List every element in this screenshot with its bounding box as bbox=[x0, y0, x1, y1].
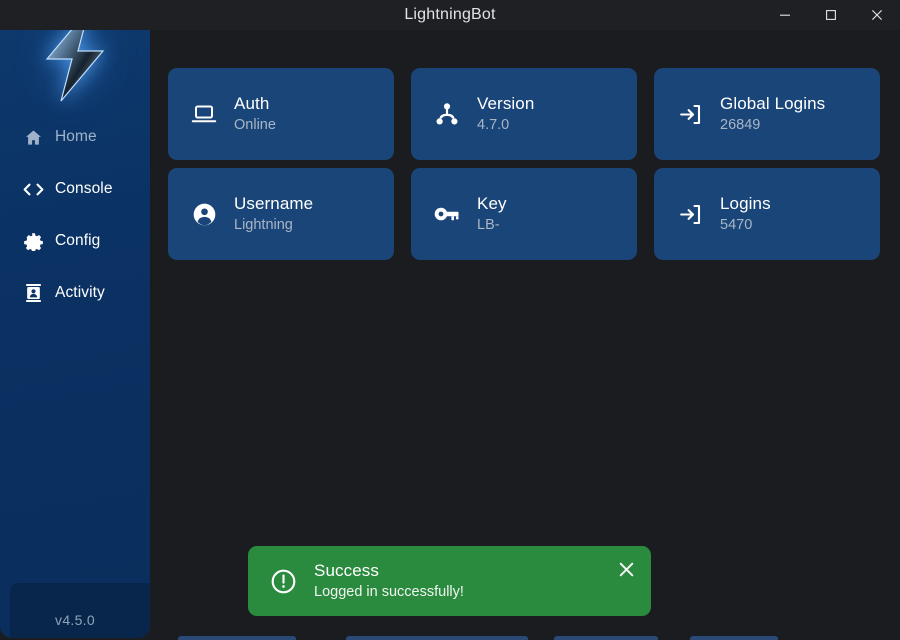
status-card-value: LB- bbox=[477, 217, 500, 233]
status-card-auth[interactable]: Auth Online bbox=[168, 68, 394, 160]
activity-icon bbox=[22, 282, 44, 304]
login-arrow-icon bbox=[676, 100, 704, 128]
sitemap-icon bbox=[433, 100, 461, 128]
toast-close-button[interactable] bbox=[615, 558, 637, 580]
status-card-value: Lightning bbox=[234, 217, 293, 233]
sidebar-item-label: Activity bbox=[55, 284, 105, 301]
sidebar-item-console[interactable]: Console bbox=[0, 172, 150, 206]
titlebar: LightningBot bbox=[0, 0, 900, 30]
status-card-key[interactable]: Key LB- bbox=[411, 168, 637, 260]
status-card-title: Username bbox=[234, 194, 314, 213]
close-button[interactable] bbox=[854, 0, 900, 30]
sidebar: Home Console Config Activity v4.5.0 bbox=[0, 0, 150, 638]
toast-message: Logged in successfully! bbox=[314, 584, 464, 600]
minimize-icon bbox=[779, 9, 791, 21]
sidebar-item-activity[interactable]: Activity bbox=[0, 276, 150, 310]
status-card-title: Key bbox=[477, 194, 507, 213]
home-icon bbox=[22, 126, 44, 148]
minimize-button[interactable] bbox=[762, 0, 808, 30]
maximize-icon bbox=[825, 9, 837, 21]
sidebar-item-label: Home bbox=[55, 128, 97, 145]
status-card-value: 5470 bbox=[720, 217, 753, 233]
bottom-edge-strip bbox=[150, 635, 900, 640]
gear-icon bbox=[22, 230, 44, 252]
toast-notification: Success Logged in successfully! bbox=[248, 546, 651, 616]
status-card-logins[interactable]: Logins 5470 bbox=[654, 168, 880, 260]
sidebar-item-home[interactable]: Home bbox=[0, 120, 150, 154]
status-card-title: Logins bbox=[720, 194, 771, 213]
sidebar-item-label: Config bbox=[55, 232, 101, 249]
code-icon bbox=[22, 178, 44, 200]
window-controls bbox=[762, 0, 900, 30]
maximize-button[interactable] bbox=[808, 0, 854, 30]
user-circle-icon bbox=[190, 200, 218, 228]
status-card-title: Auth bbox=[234, 94, 270, 113]
sidebar-item-label: Console bbox=[55, 180, 113, 197]
status-card-value: 26849 bbox=[720, 117, 761, 133]
sidebar-item-config[interactable]: Config bbox=[0, 224, 150, 258]
laptop-icon bbox=[190, 100, 218, 128]
sidebar-footer-panel bbox=[10, 583, 150, 638]
key-icon bbox=[433, 200, 461, 228]
status-card-username[interactable]: Username Lightning bbox=[168, 168, 394, 260]
toast-title: Success bbox=[314, 561, 379, 580]
app-window: Home Console Config Activity v4.5.0 Auth… bbox=[0, 0, 900, 640]
close-icon bbox=[871, 9, 883, 21]
sidebar-nav: Home Console Config Activity bbox=[0, 120, 150, 328]
login-arrow-icon bbox=[676, 200, 704, 228]
status-card-value: 4.7.0 bbox=[477, 117, 510, 133]
app-version-label: v4.5.0 bbox=[55, 612, 95, 628]
status-card-title: Version bbox=[477, 94, 535, 113]
status-card-global-logins[interactable]: Global Logins 26849 bbox=[654, 68, 880, 160]
status-card-grid: Auth Online Version 4.7.0 Global Logins … bbox=[168, 68, 882, 260]
exclamation-circle-icon bbox=[268, 566, 298, 596]
status-card-version[interactable]: Version 4.7.0 bbox=[411, 68, 637, 160]
status-card-value: Online bbox=[234, 117, 276, 133]
status-card-title: Global Logins bbox=[720, 94, 826, 113]
